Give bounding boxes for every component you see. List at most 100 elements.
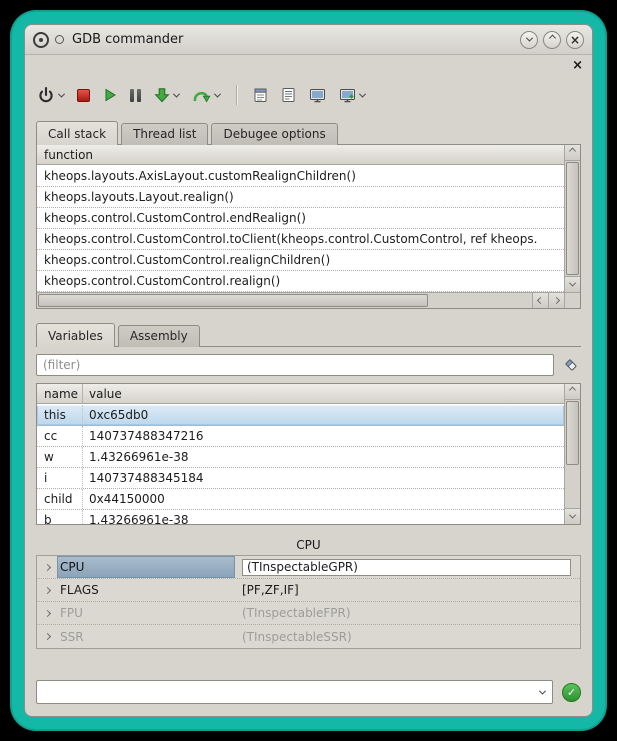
tab-thread-list[interactable]: Thread list [121,123,208,145]
dropdown-arrow-icon[interactable] [214,90,221,97]
expander-icon[interactable] [37,602,57,624]
tab-variables[interactable]: Variables [36,323,115,347]
dropdown-arrow-icon[interactable] [58,90,65,97]
inspect-tabbar: Variables Assembly [36,323,581,347]
expander-icon[interactable] [37,579,57,601]
cpu-row[interactable]: CPU (TInspectableGPR) [37,556,580,579]
command-input[interactable] [38,682,532,702]
scroll-left-button[interactable] [532,293,548,308]
window-title: GDB commander [72,32,514,47]
clear-filter-button[interactable] [561,355,581,375]
register-group-value: [PF,ZF,IF] [235,579,580,601]
callstack-row[interactable]: kheops.control.CustomControl.realignChil… [37,250,564,271]
dropdown-arrow-icon[interactable] [173,90,180,97]
stop-button[interactable] [77,89,90,102]
notebook-icon [253,87,268,103]
chevron-up-icon [569,387,576,394]
maximize-button[interactable] [543,31,561,49]
chevron-down-icon [569,512,576,519]
maximize-icon [548,35,555,42]
debug-toolbar [25,75,592,115]
combo-dropdown-button[interactable] [533,681,552,703]
variable-name: b [37,510,83,524]
variable-row[interactable]: this 0xc65db0 [37,405,564,426]
callstack-list: kheops.layouts.AxisLayout.customRealignC… [37,166,564,292]
cpu-register-tree: CPU (TInspectableGPR) FLAGS [PF,ZF,IF] F… [36,555,581,649]
variable-row[interactable]: b 1.43266961e-38 [37,510,564,524]
step-into-button[interactable] [154,87,179,103]
cpu-row[interactable]: FLAGS [PF,ZF,IF] [37,579,580,602]
tab-debugee-options[interactable]: Debugee options [211,123,337,145]
titlebar[interactable]: GDB commander × [25,25,592,55]
scroll-up-button[interactable] [565,145,580,161]
cpu-group-title: CPU [36,537,581,555]
window-frame: GDB commander × × [10,10,607,731]
monitor-add-icon [339,88,356,103]
dock-header: × [25,55,592,75]
cpu-row[interactable]: FPU (TInspectableFPR) [37,602,580,625]
tab-assembly[interactable]: Assembly [118,325,200,347]
close-button[interactable]: × [566,31,584,49]
callstack-row[interactable]: kheops.control.CustomControl.realign() [37,271,564,292]
stack-tabbar: Call stack Thread list Debugee options [36,121,581,145]
scrollbar-thumb[interactable] [566,401,579,465]
scroll-down-button[interactable] [565,508,580,524]
titlebar-buttons: × [520,31,584,49]
cpu-group: CPU CPU (TInspectableGPR) FLAGS [PF,ZF,I… [36,537,581,649]
dropdown-arrow-icon[interactable] [359,90,366,97]
column-header-value[interactable]: value [83,384,564,403]
notebook-button[interactable] [253,87,268,103]
watch-list-icon [281,87,296,103]
variables-vertical-scrollbar[interactable] [564,384,580,524]
variable-row[interactable]: cc 140737488347216 [37,426,564,447]
register-group-value: (TInspectableFPR) [235,602,580,624]
run-icon [103,88,117,102]
run-button[interactable] [103,88,117,102]
dock-close-button[interactable]: × [572,59,583,72]
filter-row [36,353,581,377]
confirm-button[interactable]: ✓ [562,683,581,702]
callstack-row[interactable]: kheops.layouts.Layout.realign() [37,187,564,208]
callstack-row[interactable]: kheops.layouts.AxisLayout.customRealignC… [37,166,564,187]
callstack-pane: function kheops.layouts.AxisLayout.custo… [36,145,581,309]
monitor-add-button[interactable] [339,88,365,103]
variables-header: name value [37,384,564,404]
register-value-field[interactable]: (TInspectableGPR) [242,559,571,576]
variable-row[interactable]: child 0x44150000 [37,489,564,510]
scrollbar-corner [564,292,580,308]
variable-row[interactable]: w 1.43266961e-38 [37,447,564,468]
expander-icon[interactable] [37,625,57,648]
scroll-up-button[interactable] [565,384,580,400]
monitor-button[interactable] [309,88,326,103]
filter-input[interactable] [36,354,554,376]
variable-name: child [37,489,83,509]
minimize-button[interactable] [520,31,538,49]
variables-list: this 0xc65db0 cc 140737488347216 w 1.432… [37,405,564,524]
scroll-right-button[interactable] [548,293,564,308]
column-header-name[interactable]: name [37,384,83,403]
scroll-down-button[interactable] [565,276,580,292]
tab-call-stack[interactable]: Call stack [36,121,118,145]
check-icon: ✓ [567,686,576,699]
callstack-row[interactable]: kheops.control.CustomControl.endRealign(… [37,208,564,229]
variable-value: 140737488345184 [83,468,564,488]
chevron-down-icon [539,687,546,694]
callstack-row[interactable]: kheops.control.CustomControl.toClient(kh… [37,229,564,250]
power-button[interactable] [37,86,64,104]
power-icon [37,86,55,104]
expander-icon[interactable] [37,556,57,578]
callstack-vertical-scrollbar[interactable] [564,145,580,292]
register-group-name: SSR [57,625,235,648]
cpu-row[interactable]: SSR (TInspectableSSR) [37,625,580,648]
callstack-column-header[interactable]: function [37,145,564,165]
callstack-horizontal-scrollbar[interactable] [37,292,564,308]
command-combobox[interactable] [36,680,553,704]
scrollbar-thumb[interactable] [566,162,579,275]
variable-value: 1.43266961e-38 [83,510,564,524]
variable-row[interactable]: i 140737488345184 [37,468,564,489]
monitor-icon [309,88,326,103]
watch-list-button[interactable] [281,87,296,103]
step-over-button[interactable] [192,88,220,103]
scrollbar-thumb[interactable] [38,294,428,307]
pause-button[interactable] [130,89,141,102]
